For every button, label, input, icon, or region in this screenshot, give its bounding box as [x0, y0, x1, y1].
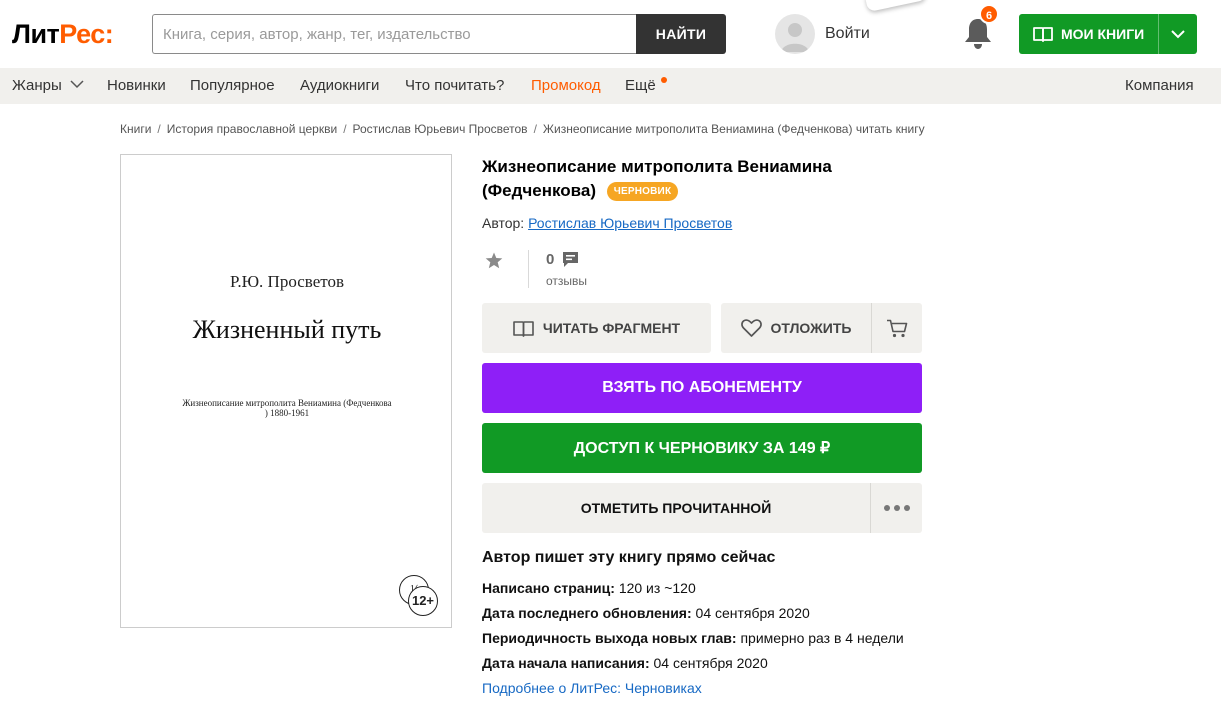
nav-more-indicator: [661, 77, 667, 83]
start-date-label: Дата начала написания:: [482, 655, 650, 671]
breadcrumb: Книги / История православной церкви / Ростис…: [120, 122, 925, 136]
my-books-dropdown[interactable]: [1159, 14, 1197, 54]
author-prefix: Автор:: [482, 215, 525, 231]
reviews-count[interactable]: 0: [546, 251, 554, 268]
logo-text-part2: Рес:: [59, 19, 114, 49]
mark-as-read-button[interactable]: ОТМЕТИТЬ ПРОЧИТАННОЙ: [482, 483, 870, 533]
drafts-info-link[interactable]: Подробнее о ЛитРес: Черновиках: [482, 680, 702, 696]
last-update-value: 04 сентября 2020: [695, 605, 810, 621]
author-row: Автор: Ростислав Юрьевич Просветов: [482, 215, 732, 231]
open-book-icon: [1033, 27, 1053, 42]
main-nav: Жанры Новинки Популярное Аудиокниги Что …: [0, 68, 1221, 104]
chevron-down-icon: [1171, 29, 1185, 38]
breadcrumb-separator: /: [157, 122, 161, 136]
frequency-value: примерно раз в 4 недели: [740, 630, 904, 646]
start-date-value: 04 сентября 2020: [653, 655, 768, 671]
breadcrumb-separator: /: [343, 122, 347, 136]
more-options-button[interactable]: [871, 483, 922, 533]
nav-company[interactable]: Компания: [1125, 68, 1194, 104]
nav-new[interactable]: Новинки: [107, 68, 166, 104]
login-label: Войти: [825, 25, 870, 42]
last-update-row: Дата последнего обновления: 04 сентября …: [482, 605, 810, 621]
nav-popular[interactable]: Популярное: [190, 68, 275, 104]
cart-icon: [887, 319, 908, 337]
comment-icon[interactable]: [562, 251, 579, 268]
breadcrumb-current: Жизнеописание митрополита Вениамина (Фед…: [542, 122, 925, 136]
subscription-button[interactable]: ВЗЯТЬ ПО АБОНЕМЕНТУ: [482, 363, 922, 413]
draft-badge: ЧЕРНОВИК: [606, 182, 679, 201]
my-books-label: МОИ КНИГИ: [1061, 26, 1145, 42]
breadcrumb-books[interactable]: Книги: [120, 122, 151, 136]
nav-genres-label: Жанры: [12, 77, 62, 94]
nav-genres[interactable]: Жанры: [12, 68, 84, 104]
more-dots-icon: [883, 505, 910, 511]
search-bar: НАЙТИ: [152, 14, 726, 54]
cover-subtitle: Жизнеописание митрополита Вениамина (Фед…: [182, 398, 392, 418]
author-link[interactable]: Ростислав Юрьевич Просветов: [528, 215, 732, 231]
cover-title: Жизненный путь: [192, 315, 382, 344]
book-title: Жизнеописание митрополита Вениамина (Фед…: [482, 155, 922, 203]
chevron-down-icon: [70, 80, 84, 89]
avatar-icon: [775, 14, 815, 54]
search-input[interactable]: [152, 14, 636, 54]
star-icon[interactable]: [485, 252, 503, 269]
draft-info-heading: Автор пишет эту книгу прямо сейчас: [482, 549, 776, 566]
litres-logo[interactable]: ЛитРес:: [12, 18, 114, 50]
top-header: ЛитРес: НАЙТИ Войти 6 МОИ КНИГИ: [0, 0, 1221, 68]
my-books-button[interactable]: МОИ КНИГИ: [1019, 14, 1197, 54]
rating-divider: [528, 250, 529, 288]
read-fragment-button[interactable]: ЧИТАТЬ ФРАГМЕНТ: [482, 303, 711, 353]
pages-written-value: 120 из ~120: [618, 580, 696, 596]
draft-access-button[interactable]: ДОСТУП К ЧЕРНОВИКУ ЗА 149 ₽: [482, 423, 922, 473]
breadcrumb-category[interactable]: История православной церкви: [167, 122, 337, 136]
notifications-badge: 6: [979, 4, 999, 24]
tooltip-corner: [864, 0, 928, 13]
nav-promo[interactable]: Промокод: [531, 68, 601, 104]
nav-what-to-read[interactable]: Что почитать?: [405, 68, 504, 104]
breadcrumb-author[interactable]: Ростислав Юрьевич Просветов: [353, 122, 528, 136]
cover-author: Р.Ю. Просветов: [229, 272, 344, 291]
book-cover[interactable]: Р.Ю. Просветов Жизненный путь Жизнеописа…: [120, 154, 452, 628]
breadcrumb-separator: /: [533, 122, 537, 136]
defer-button[interactable]: ОТЛОЖИТЬ: [721, 303, 871, 353]
logo-text-part1: Лит: [12, 19, 60, 49]
pages-written-row: Написано страниц: 120 из ~120: [482, 580, 696, 596]
last-update-label: Дата последнего обновления:: [482, 605, 692, 621]
defer-label: ОТЛОЖИТЬ: [770, 320, 852, 336]
reviews-label: отзывы: [546, 274, 588, 288]
heart-icon: [740, 319, 762, 337]
start-date-row: Дата начала написания: 04 сентября 2020: [482, 655, 768, 671]
frequency-row: Периодичность выхода новых глав: примерн…: [482, 630, 904, 646]
read-fragment-label: ЧИТАТЬ ФРАГМЕНТ: [542, 320, 681, 336]
login-link[interactable]: Войти: [775, 14, 870, 54]
open-book-icon: [513, 320, 534, 337]
frequency-label: Периодичность выхода новых глав:: [482, 630, 737, 646]
pages-written-label: Написано страниц:: [482, 580, 615, 596]
my-books-main[interactable]: МОИ КНИГИ: [1019, 14, 1158, 54]
add-to-cart-button[interactable]: [872, 303, 922, 353]
nav-audiobooks[interactable]: Аудиокниги: [300, 68, 379, 104]
search-button[interactable]: НАЙТИ: [636, 14, 726, 54]
age-rating-badge: 12+: [408, 586, 438, 616]
nav-more[interactable]: Ещё: [625, 68, 656, 104]
